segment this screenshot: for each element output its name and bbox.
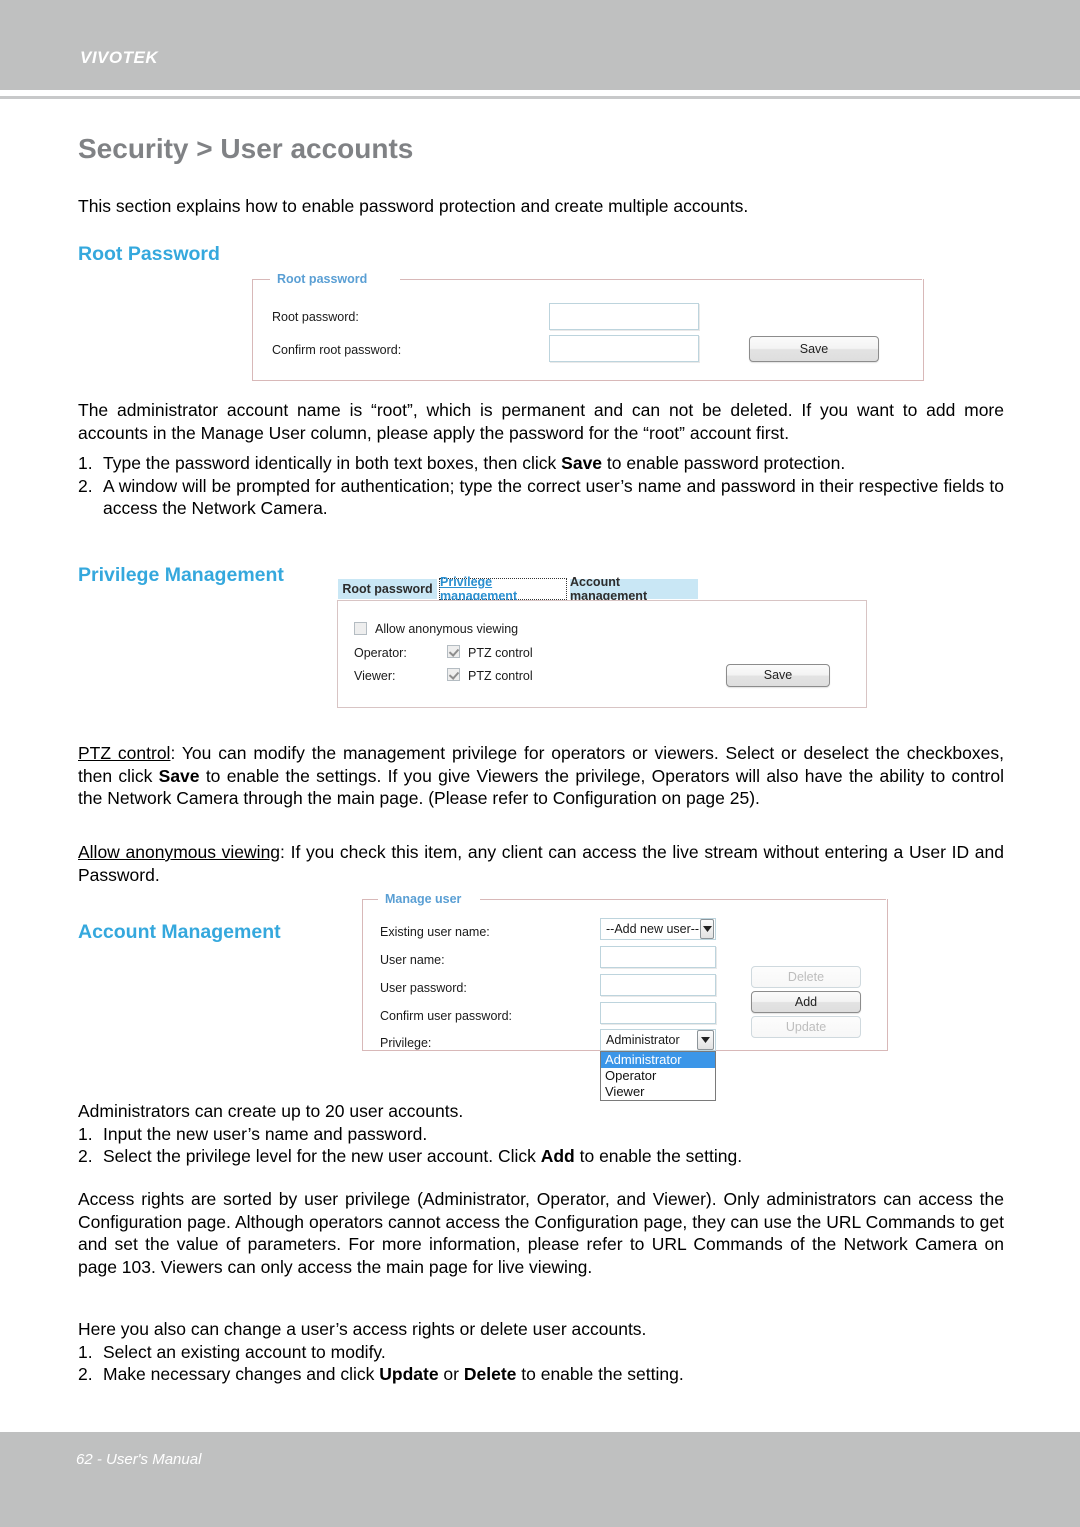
list-item: 1. Select an existing account to modify. [78, 1341, 1004, 1364]
footer-page-label: 62 - User's Manual [76, 1451, 202, 1468]
root-password-label: Root password: [272, 310, 359, 324]
page-header-bar [0, 0, 1080, 90]
step-text: Select an existing account to modify. [103, 1341, 386, 1362]
existing-user-name-label: Existing user name: [380, 925, 490, 939]
list-number: 2. [78, 1146, 93, 1167]
operator-ptz-control-checkbox[interactable] [447, 645, 460, 658]
update-button[interactable]: Update [751, 1016, 861, 1038]
step-bold: Save [561, 453, 603, 473]
ptz-note-part2: to enable the settings. If you give View… [78, 765, 1004, 809]
access-rights-note: Access rights are sorted by user privile… [78, 1189, 1004, 1277]
viewer-ptz-control-label: PTZ control [468, 669, 533, 683]
fieldset-top-line-right [480, 899, 886, 900]
step-text-after: to enable the setting. [516, 1364, 684, 1385]
intro-paragraph: This section explains how to enable pass… [78, 196, 749, 216]
list-item: 2. A window will be prompted for authenti… [78, 475, 1004, 520]
list-number: 1. [78, 1123, 93, 1144]
ptz-note-bold: Save [158, 765, 200, 786]
privilege-option-viewer[interactable]: Viewer [601, 1084, 715, 1100]
list-number: 1. [78, 1341, 93, 1362]
step-text-after: to enable the setting. [574, 1146, 743, 1167]
vivotek-logo: VIVOTEK [80, 48, 159, 67]
step-text: Input the new user’s name and password. [103, 1123, 428, 1144]
root-password-legend: Root password [272, 272, 373, 286]
root-password-save-button[interactable]: Save [749, 336, 879, 362]
account-management-panel: Manage user Existing user name: --Add ne… [362, 890, 888, 1101]
step-text: Make necessary changes and click [103, 1364, 380, 1385]
chevron-down-icon[interactable] [700, 919, 714, 939]
allow-anonymous-viewing-checkbox[interactable] [354, 622, 367, 635]
list-item: 1. Type the password identically in both … [78, 452, 1004, 475]
tab-root-password[interactable]: Root password [337, 578, 438, 600]
step-text: Select the privilege level for the new u… [103, 1146, 541, 1167]
list-number: 1. [78, 453, 93, 473]
step-bold: Add [540, 1146, 575, 1167]
page-title: Security > User accounts [78, 133, 414, 164]
viewer-label: Viewer: [354, 669, 396, 683]
confirm-user-password-label: Confirm user password: [380, 1009, 512, 1023]
page-footer-bar [0, 1432, 1080, 1527]
list-number: 2. [78, 475, 93, 496]
modify-body-text: Here you also can change a user’s access… [78, 1319, 647, 1339]
allow-anonymous-viewing-label: Allow anonymous viewing [375, 622, 519, 636]
confirm-root-password-input[interactable] [549, 335, 699, 362]
section-heading-root-password: Root Password [78, 243, 220, 265]
operator-label: Operator: [354, 646, 407, 660]
section-heading-account-management: Account Management [78, 921, 281, 943]
step-bold2: Delete [463, 1364, 517, 1385]
account-body-text: Administrators can create up to 20 user … [78, 1101, 464, 1121]
list-number: 2. [78, 1364, 93, 1385]
fieldset-top-line-left [362, 899, 378, 900]
add-button[interactable]: Add [751, 991, 861, 1013]
fieldset-top-line-left [252, 279, 270, 280]
user-password-label: User password: [380, 981, 467, 995]
existing-user-name-value: --Add new user-- [606, 922, 700, 936]
account-management-description: Administrators can create up to 20 user … [78, 1100, 1004, 1168]
confirm-user-password-input[interactable] [600, 1002, 716, 1024]
step-text: A window will be prompted for authentica… [103, 475, 1004, 519]
privilege-management-panel: Root password Privilege management Accou… [337, 575, 867, 708]
anonymous-viewing-term: Allow anonymous viewing [78, 842, 281, 862]
step-mid: or [438, 1364, 464, 1385]
privilege-selected-value: Administrator [606, 1033, 680, 1047]
modify-account-description: Here you also can change a user’s access… [78, 1318, 1004, 1386]
section-heading-privilege-management: Privilege Management [78, 564, 284, 586]
operator-ptz-control-label: PTZ control [468, 646, 533, 660]
delete-button[interactable]: Delete [751, 966, 861, 988]
privilege-tab-panel [337, 600, 867, 708]
viewer-ptz-control-checkbox[interactable] [447, 668, 460, 681]
list-item: 1. Input the new user’s name and password… [78, 1123, 1004, 1146]
list-item: 2. Make necessary changes and click Updat… [78, 1363, 1004, 1386]
privilege-option-operator[interactable]: Operator [601, 1068, 715, 1084]
ptz-control-note: PTZ control: You can modify the manageme… [78, 742, 1004, 810]
root-password-steps: 1. Type the password identically in both … [78, 452, 1004, 520]
confirm-root-password-label: Confirm root password: [272, 343, 402, 357]
privilege-select[interactable]: Administrator [600, 1029, 716, 1051]
privilege-dropdown-list[interactable]: Administrator Operator Viewer [600, 1051, 716, 1101]
list-item: 2. Select the privilege level for the new… [78, 1145, 1004, 1168]
tab-account-management[interactable]: Account management [569, 575, 699, 603]
anonymous-viewing-note: Allow anonymous viewing: If you check th… [78, 841, 1004, 886]
privilege-label: Privilege: [380, 1036, 432, 1050]
ptz-control-term: PTZ control [78, 743, 171, 763]
fieldset-top-line-right [400, 279, 922, 280]
privilege-save-button[interactable]: Save [726, 664, 830, 687]
header-divider [0, 96, 1080, 99]
existing-user-name-select[interactable]: --Add new user-- [600, 918, 716, 940]
chevron-down-icon[interactable] [697, 1030, 714, 1050]
root-password-panel: Root password Root password: Confirm roo… [252, 270, 924, 381]
step-text: Type the password identically in both te… [103, 453, 562, 473]
user-name-label: User name: [380, 953, 445, 967]
tab-privilege-management[interactable]: Privilege management [439, 575, 567, 603]
step-text-after: to enable password protection. [602, 453, 846, 473]
root-password-description: The administrator account name is “root”… [78, 400, 1004, 443]
root-password-input[interactable] [549, 303, 699, 330]
privilege-option-administrator[interactable]: Administrator [601, 1052, 715, 1068]
user-name-input[interactable] [600, 946, 716, 968]
manage-user-legend: Manage user [380, 892, 467, 906]
user-password-input[interactable] [600, 974, 716, 996]
root-password-fieldset [252, 279, 924, 381]
step-bold: Update [379, 1364, 439, 1385]
